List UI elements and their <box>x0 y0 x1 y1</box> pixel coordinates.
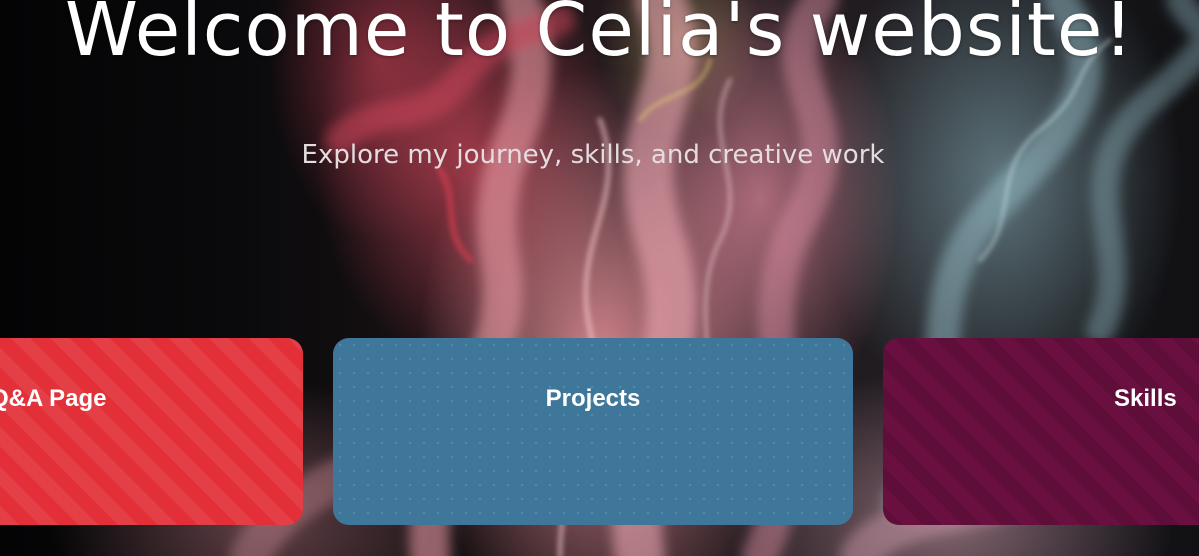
projects-card[interactable]: Projects <box>333 338 853 525</box>
skills-card-label: Skills <box>1114 385 1177 412</box>
projects-card-label: Projects <box>545 385 641 412</box>
qa-page-card-label: Q&A Page <box>0 385 107 412</box>
skills-card[interactable]: Skills <box>883 338 1199 525</box>
qa-page-card[interactable]: Q&A Page <box>0 338 303 525</box>
page-title: Welcome to Celia's website! <box>64 0 1135 73</box>
page-subtitle: Explore my journey, skills, and creative… <box>301 140 885 170</box>
